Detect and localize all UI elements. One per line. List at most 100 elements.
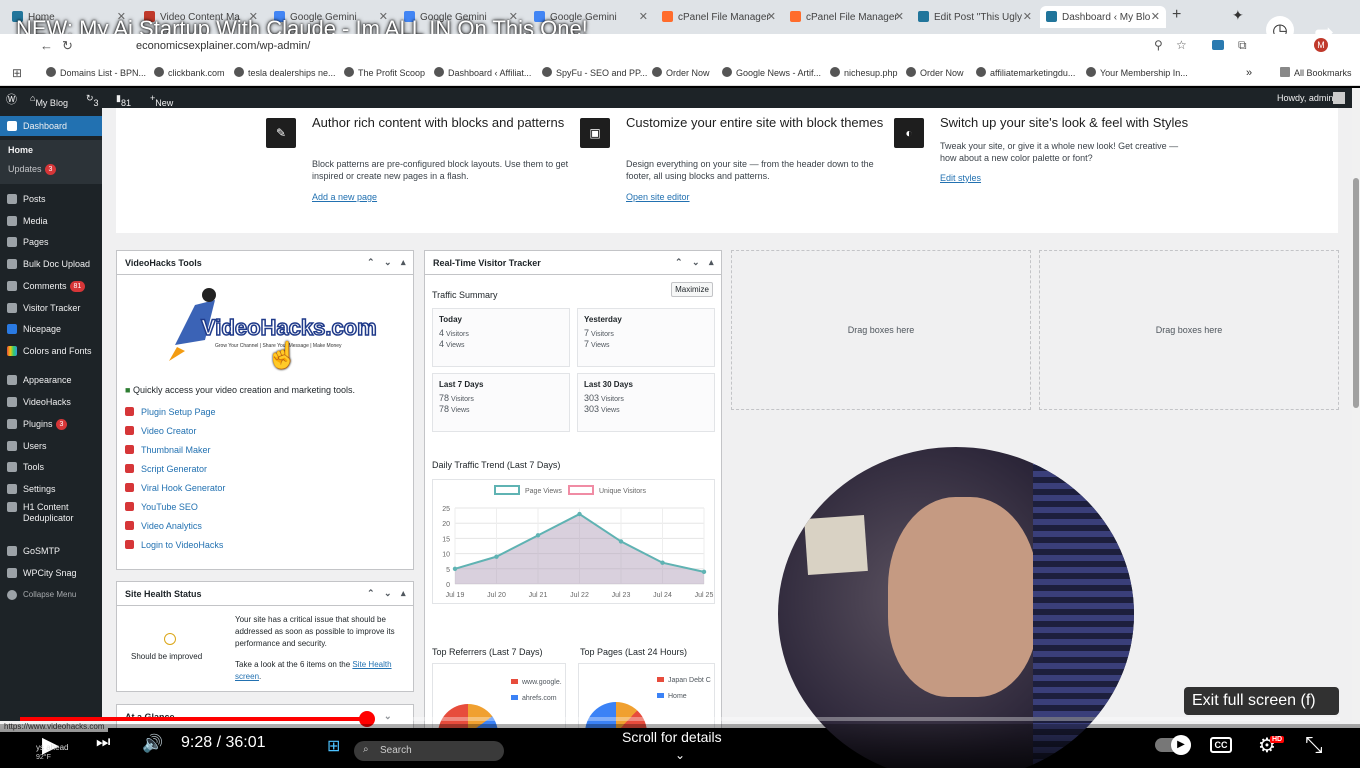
bookmark[interactable]: clickbank.com xyxy=(154,67,225,78)
site-name[interactable]: ⌂ My Blog xyxy=(30,93,68,108)
move-up-icon[interactable]: ⌃ xyxy=(367,257,375,268)
bookmark[interactable]: Order Now xyxy=(652,67,710,78)
bookmark[interactable]: Dashboard ‹ Affiliat... xyxy=(434,67,531,78)
collapse-menu-button[interactable]: Collapse Menu xyxy=(0,585,102,605)
toggle-icon[interactable]: ▴ xyxy=(401,588,406,599)
move-up-icon[interactable]: ⌃ xyxy=(675,257,683,268)
new-content-button[interactable]: + New xyxy=(150,93,173,108)
apps-grid-icon[interactable]: ⊞ xyxy=(12,66,22,80)
new-tab-button[interactable]: + xyxy=(1172,6,1181,24)
wordpress-icon xyxy=(1046,11,1057,22)
sidebar-item-tools[interactable]: Tools xyxy=(0,457,102,477)
wordpress-logo-icon[interactable]: Ⓦ xyxy=(6,91,17,107)
gemini-sparkle-icon[interactable]: ✦ xyxy=(1232,7,1244,24)
next-icon[interactable]: ⏭ xyxy=(96,734,110,752)
move-up-icon[interactable]: ⌃ xyxy=(367,588,375,599)
sidebar-item-deduplicator[interactable]: Deduplicator xyxy=(0,512,102,524)
bookmark[interactable]: Domains List - BPN... xyxy=(46,67,146,78)
profile-avatar[interactable]: M xyxy=(1314,38,1328,52)
updates-count[interactable]: ↻ 3 xyxy=(86,93,99,108)
tool-video-creator[interactable]: Video Creator xyxy=(125,426,196,436)
windows-start-icon[interactable]: ⊞ xyxy=(327,736,340,756)
bookmark[interactable]: Your Membership In... xyxy=(1086,67,1188,78)
tool-login-videohacks[interactable]: Login to VideoHacks xyxy=(125,540,223,550)
page-scrollbar[interactable] xyxy=(1352,88,1360,728)
maximize-button[interactable]: Maximize xyxy=(671,282,713,297)
sidebar-item-settings[interactable]: Settings xyxy=(0,479,102,499)
autoplay-toggle[interactable]: ▶ xyxy=(1155,735,1191,755)
bookmark[interactable]: nichesup.php xyxy=(830,67,898,78)
sidebar-item-posts[interactable]: Posts xyxy=(0,189,102,209)
tool-viral-hook[interactable]: Viral Hook Generator xyxy=(125,483,225,493)
sidebar-item-users[interactable]: Users xyxy=(0,436,102,456)
star-icon[interactable]: ☆ xyxy=(1176,38,1187,52)
hand-cursor-icon: ☝ xyxy=(266,340,299,370)
move-down-icon[interactable]: ⌄ xyxy=(384,588,392,599)
edit-styles-link[interactable]: Edit styles xyxy=(940,173,981,183)
user-icon xyxy=(7,441,17,451)
extension-icon[interactable] xyxy=(1212,40,1224,50)
close-icon[interactable]: ✕ xyxy=(639,10,648,23)
sidebar-item-comments[interactable]: Comments 81 xyxy=(0,276,102,296)
back-icon[interactable]: ← xyxy=(40,38,53,53)
add-new-page-link[interactable]: Add a new page xyxy=(312,192,377,202)
tool-script-generator[interactable]: Script Generator xyxy=(125,464,207,474)
all-bookmarks[interactable]: All Bookmarks xyxy=(1280,67,1352,78)
drop-zone[interactable]: Drag boxes here xyxy=(731,250,1031,410)
bookmark[interactable]: Google News - Artif... xyxy=(722,67,821,78)
toggle-icon[interactable]: ▴ xyxy=(401,257,406,268)
toggle-icon[interactable]: ▴ xyxy=(709,257,714,268)
reload-icon[interactable]: ↻ xyxy=(62,38,73,54)
tool-plugin-setup[interactable]: Plugin Setup Page xyxy=(125,407,216,417)
more-bookmarks-icon[interactable]: » xyxy=(1246,67,1252,79)
browser-tab[interactable]: Edit Post "This Ugly ✕ xyxy=(912,6,1038,28)
extensions-puzzle-icon[interactable]: ⧉ xyxy=(1238,38,1247,53)
drop-zone[interactable]: Drag boxes here xyxy=(1039,250,1339,410)
bookmark[interactable]: Order Now xyxy=(906,67,964,78)
zoom-icon[interactable]: ⚲ xyxy=(1154,38,1163,52)
browser-tab-active[interactable]: Dashboard ‹ My Blo ✕ xyxy=(1040,6,1166,28)
howdy-user[interactable]: Howdy, admin xyxy=(1277,93,1333,103)
captions-button[interactable]: CC xyxy=(1210,737,1232,753)
avatar[interactable] xyxy=(1333,92,1345,104)
bookmark[interactable]: affiliatemarketingdu... xyxy=(976,67,1075,78)
sidebar-item-media[interactable]: Media xyxy=(0,211,102,231)
close-icon[interactable]: ✕ xyxy=(1023,10,1032,23)
browser-tab[interactable]: cPanel File Manager ✕ xyxy=(784,6,910,28)
chevron-down-icon[interactable]: ⌄ xyxy=(675,748,685,762)
sidebar-item-wpcity-snag[interactable]: WPCity Snag xyxy=(0,563,102,583)
bookmark[interactable]: SpyFu - SEO and PP... xyxy=(542,67,647,78)
sidebar-item-colors-fonts[interactable]: Colors and Fonts xyxy=(0,341,102,361)
url-field[interactable]: economicsexplainer.com/wp-admin/ xyxy=(136,40,310,52)
sidebar-item-plugins[interactable]: Plugins 3 xyxy=(0,414,102,434)
sidebar-item-visitor-tracker[interactable]: Visitor Tracker xyxy=(0,298,102,318)
sidebar-item-nicepage[interactable]: Nicepage xyxy=(0,319,102,339)
exit-fullscreen-icon[interactable]: ⤡ xyxy=(1305,732,1323,758)
close-icon[interactable]: ✕ xyxy=(1151,10,1160,23)
volume-icon[interactable]: 🔊 xyxy=(142,734,163,754)
sidebar-item-pages[interactable]: Pages xyxy=(0,232,102,252)
close-icon[interactable]: ✕ xyxy=(895,10,904,23)
tool-video-analytics[interactable]: Video Analytics xyxy=(125,521,202,531)
browser-tab[interactable]: cPanel File Manager ✕ xyxy=(656,6,782,28)
move-down-icon[interactable]: ⌄ xyxy=(384,257,392,268)
bookmark[interactable]: The Profit Scoop xyxy=(344,67,425,78)
scrollbar-thumb[interactable] xyxy=(1353,178,1359,408)
sidebar-item-updates[interactable]: Updates 3 xyxy=(0,159,102,179)
sidebar-item-dashboard[interactable]: Dashboard xyxy=(0,116,102,136)
move-down-icon[interactable]: ⌄ xyxy=(692,257,700,268)
snag-icon xyxy=(7,568,17,578)
sidebar-item-videohacks[interactable]: VideoHacks xyxy=(0,392,102,412)
sidebar-item-home[interactable]: Home xyxy=(0,140,102,160)
sidebar-item-appearance[interactable]: Appearance xyxy=(0,370,102,390)
bookmark[interactable]: tesla dealerships ne... xyxy=(234,67,336,78)
open-site-editor-link[interactable]: Open site editor xyxy=(626,192,690,202)
tool-youtube-seo[interactable]: YouTube SEO xyxy=(125,502,198,512)
sidebar-item-bulk-doc-upload[interactable]: Bulk Doc Upload xyxy=(0,254,102,274)
video-progress-bar[interactable] xyxy=(20,711,1340,727)
tool-thumbnail-maker[interactable]: Thumbnail Maker xyxy=(125,445,211,455)
taskbar-search[interactable]: ⌕ Search xyxy=(354,741,504,761)
comments-count[interactable]: ▮ 81 xyxy=(116,93,131,108)
sidebar-item-gosmtp[interactable]: GoSMTP xyxy=(0,541,102,561)
close-icon[interactable]: ✕ xyxy=(767,10,776,23)
